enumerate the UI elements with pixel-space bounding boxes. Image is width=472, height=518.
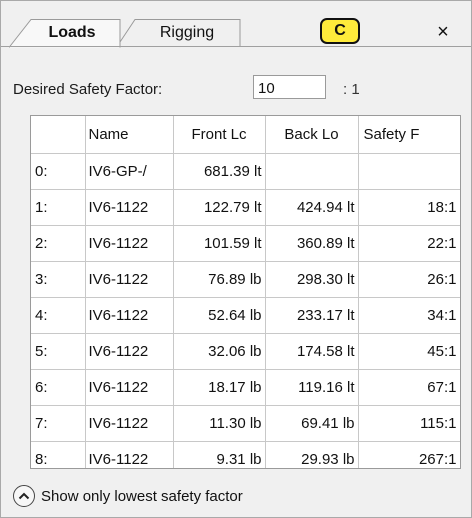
- table-row[interactable]: 3: IV6-1122 76.89 lb 298.30 lt 26:1: [31, 261, 460, 298]
- lowest-safety-label: Show only lowest safety factor: [41, 487, 243, 505]
- table-row[interactable]: 6: IV6-1122 18.17 lb 119.16 lt 67:1: [31, 369, 460, 406]
- row-safety-factor: [358, 153, 460, 190]
- row-name: IV6-1122: [85, 261, 174, 298]
- row-front-load: 9.31 lb: [173, 441, 266, 468]
- row-name: IV6-1122: [85, 225, 174, 262]
- tab-rigging[interactable]: Rigging: [117, 19, 241, 47]
- row-back-load: 29.93 lb: [265, 441, 359, 468]
- row-index: 0:: [31, 153, 86, 190]
- row-name: IV6-GP-/: [85, 153, 174, 190]
- column-header-index[interactable]: [31, 116, 86, 154]
- row-back-load: 298.30 lt: [265, 261, 359, 298]
- row-front-load: 11.30 lb: [173, 405, 266, 442]
- row-safety-factor: 45:1: [358, 333, 460, 370]
- row-name: IV6-1122: [85, 369, 174, 406]
- tab-divider: [1, 46, 471, 47]
- safety-factor-ratio: : 1: [343, 81, 360, 98]
- row-back-load: 424.94 lt: [265, 189, 359, 226]
- table-row[interactable]: 0: IV6-GP-/ 681.39 lt: [31, 153, 460, 190]
- row-name: IV6-1122: [85, 297, 174, 334]
- tab-strip: Rigging Loads C ×: [1, 1, 471, 48]
- table-row[interactable]: 7: IV6-1122 11.30 lb 69.41 lb 115:1: [31, 405, 460, 442]
- row-back-load: 119.16 lt: [265, 369, 359, 406]
- row-back-load: 174.58 lt: [265, 333, 359, 370]
- safety-factor-input[interactable]: [253, 75, 326, 99]
- row-front-load: 32.06 lb: [173, 333, 266, 370]
- row-back-load: [265, 153, 359, 190]
- row-safety-factor: 22:1: [358, 225, 460, 262]
- table-row[interactable]: 5: IV6-1122 32.06 lb 174.58 lt 45:1: [31, 333, 460, 370]
- chevron-up-circle-icon[interactable]: [13, 485, 35, 507]
- close-icon: ×: [437, 20, 449, 43]
- column-header-front-load[interactable]: Front Lc: [173, 116, 266, 154]
- row-name: IV6-1122: [85, 441, 174, 468]
- table-row[interactable]: 4: IV6-1122 52.64 lb 233.17 lt 34:1: [31, 297, 460, 334]
- column-header-name[interactable]: Name: [85, 116, 174, 154]
- annotation-badge: C: [320, 18, 360, 44]
- row-front-load: 101.59 lt: [173, 225, 266, 262]
- row-safety-factor: 115:1: [358, 405, 460, 442]
- row-front-load: 76.89 lb: [173, 261, 266, 298]
- loads-panel: Rigging Loads C × Desired Safety Factor:…: [0, 0, 472, 518]
- row-index: 2:: [31, 225, 86, 262]
- row-front-load: 52.64 lb: [173, 297, 266, 334]
- row-index: 7:: [31, 405, 86, 442]
- table-header-row: Name Front Lc Back Lo Safety F: [31, 116, 460, 154]
- row-safety-factor: 18:1: [358, 189, 460, 226]
- row-index: 4:: [31, 297, 86, 334]
- tab-loads-label: Loads: [48, 24, 96, 41]
- tab-rigging-label: Rigging: [159, 24, 215, 41]
- table-row[interactable]: 2: IV6-1122 101.59 lt 360.89 lt 22:1: [31, 225, 460, 262]
- safety-factor-label: Desired Safety Factor:: [13, 81, 163, 98]
- row-back-load: 233.17 lt: [265, 297, 359, 334]
- row-index: 8:: [31, 441, 86, 468]
- row-front-load: 122.79 lt: [173, 189, 266, 226]
- row-back-load: 69.41 lb: [265, 405, 359, 442]
- row-index: 3:: [31, 261, 86, 298]
- row-safety-factor: 26:1: [358, 261, 460, 298]
- row-safety-factor: 267:1: [358, 441, 460, 468]
- column-header-back-load[interactable]: Back Lo: [265, 116, 359, 154]
- row-front-load: 18.17 lb: [173, 369, 266, 406]
- row-front-load: 681.39 lt: [173, 153, 266, 190]
- row-name: IV6-1122: [85, 189, 174, 226]
- row-name: IV6-1122: [85, 405, 174, 442]
- row-index: 5:: [31, 333, 86, 370]
- table-row[interactable]: 8: IV6-1122 9.31 lb 29.93 lb 267:1: [31, 441, 460, 468]
- row-index: 6:: [31, 369, 86, 406]
- row-safety-factor: 67:1: [358, 369, 460, 406]
- row-safety-factor: 34:1: [358, 297, 460, 334]
- loads-table[interactable]: Name Front Lc Back Lo Safety F 0: IV6-GP…: [30, 115, 461, 469]
- close-button[interactable]: ×: [429, 19, 457, 45]
- lowest-safety-toggle[interactable]: Show only lowest safety factor: [13, 484, 243, 508]
- column-header-safety-factor[interactable]: Safety F: [358, 116, 460, 154]
- row-index: 1:: [31, 189, 86, 226]
- tab-loads[interactable]: Loads: [9, 19, 121, 48]
- table-row[interactable]: 1: IV6-1122 122.79 lt 424.94 lt 18:1: [31, 189, 460, 226]
- row-back-load: 360.89 lt: [265, 225, 359, 262]
- row-name: IV6-1122: [85, 333, 174, 370]
